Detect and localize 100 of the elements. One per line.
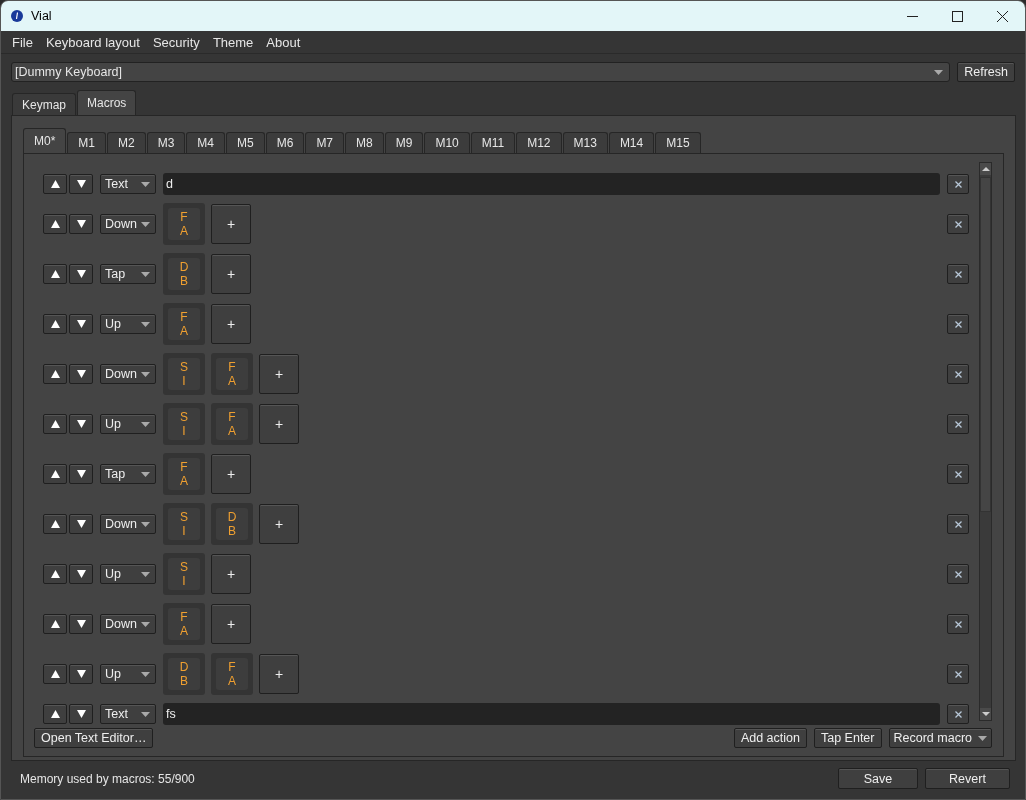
- action-type-dropdown[interactable]: Down: [100, 214, 156, 234]
- key-button[interactable]: F A: [163, 603, 205, 645]
- text-input-field[interactable]: d: [163, 173, 940, 195]
- macro-tab[interactable]: M5: [226, 132, 265, 153]
- refresh-button[interactable]: Refresh: [957, 62, 1015, 82]
- menu-item[interactable]: Security: [145, 34, 206, 50]
- key-button[interactable]: F A: [211, 353, 253, 395]
- remove-button[interactable]: [947, 174, 969, 194]
- macro-tab[interactable]: M15: [655, 132, 701, 153]
- move-up-button[interactable]: [43, 704, 67, 724]
- text-input-field[interactable]: fs: [163, 703, 940, 725]
- key-button[interactable]: S I: [163, 503, 205, 545]
- add-key-button[interactable]: +: [211, 604, 251, 644]
- remove-button[interactable]: [947, 514, 969, 534]
- action-button[interactable]: Add action: [733, 728, 807, 748]
- move-down-button[interactable]: [69, 514, 93, 534]
- action-button[interactable]: Tap Enter: [814, 728, 882, 748]
- action-type-dropdown[interactable]: Up: [100, 414, 156, 434]
- move-down-button[interactable]: [69, 464, 93, 484]
- macro-tab[interactable]: M10: [424, 132, 470, 153]
- action-type-dropdown[interactable]: Up: [100, 314, 156, 334]
- add-key-button[interactable]: +: [211, 554, 251, 594]
- menu-item[interactable]: File: [5, 34, 39, 50]
- add-key-button[interactable]: +: [259, 404, 299, 444]
- add-key-button[interactable]: +: [259, 354, 299, 394]
- remove-button[interactable]: [947, 564, 969, 584]
- move-down-button[interactable]: [69, 264, 93, 284]
- key-button[interactable]: F A: [163, 203, 205, 245]
- menu-item[interactable]: Theme: [205, 34, 260, 50]
- action-type-dropdown[interactable]: Text: [100, 704, 156, 724]
- remove-button[interactable]: [947, 414, 969, 434]
- action-type-dropdown[interactable]: Text: [100, 174, 156, 194]
- remove-button[interactable]: [947, 614, 969, 634]
- move-up-button[interactable]: [43, 414, 67, 434]
- move-down-button[interactable]: [69, 214, 93, 234]
- move-down-button[interactable]: [69, 414, 93, 434]
- move-up-button[interactable]: [43, 174, 67, 194]
- move-down-button[interactable]: [69, 174, 93, 194]
- remove-button[interactable]: [947, 314, 969, 334]
- macro-tab[interactable]: M4: [186, 132, 226, 153]
- revert-button[interactable]: Revert: [925, 768, 1010, 789]
- move-up-button[interactable]: [43, 314, 67, 334]
- tab[interactable]: Macros: [77, 90, 137, 115]
- save-button[interactable]: Save: [838, 768, 918, 789]
- key-button[interactable]: S I: [163, 553, 205, 595]
- move-down-button[interactable]: [69, 314, 93, 334]
- action-type-dropdown[interactable]: Down: [100, 514, 156, 534]
- macro-tab[interactable]: M2: [107, 132, 146, 153]
- macro-tab[interactable]: M11: [470, 132, 516, 153]
- move-up-button[interactable]: [43, 664, 67, 684]
- remove-button[interactable]: [947, 464, 969, 484]
- key-button[interactable]: D B: [211, 503, 253, 545]
- menu-item[interactable]: Keyboard layout: [38, 34, 146, 50]
- move-up-button[interactable]: [43, 514, 67, 534]
- action-type-dropdown[interactable]: Down: [100, 614, 156, 634]
- move-down-button[interactable]: [69, 614, 93, 634]
- macro-tab[interactable]: M12: [516, 132, 562, 153]
- macro-tab[interactable]: M3: [146, 132, 186, 153]
- macro-tab[interactable]: M13: [562, 132, 608, 153]
- keyboard-dropdown[interactable]: [Dummy Keyboard]: [11, 62, 951, 82]
- key-button[interactable]: F A: [211, 403, 253, 445]
- action-type-dropdown[interactable]: Down: [100, 364, 156, 384]
- macro-tab[interactable]: M1: [67, 132, 106, 153]
- key-button[interactable]: S I: [163, 403, 205, 445]
- remove-button[interactable]: [947, 264, 969, 284]
- move-up-button[interactable]: [43, 614, 67, 634]
- move-down-button[interactable]: [69, 564, 93, 584]
- macro-tab[interactable]: M0*: [23, 128, 67, 153]
- macro-tab[interactable]: M6: [265, 132, 305, 153]
- add-key-button[interactable]: +: [211, 304, 251, 344]
- action-type-dropdown[interactable]: Up: [100, 564, 156, 584]
- add-key-button[interactable]: +: [211, 204, 251, 244]
- move-down-button[interactable]: [69, 664, 93, 684]
- key-button[interactable]: F A: [163, 303, 205, 345]
- macro-tab[interactable]: M14: [608, 132, 655, 153]
- remove-button[interactable]: [947, 214, 969, 234]
- macro-tab[interactable]: M7: [305, 132, 345, 153]
- key-button[interactable]: D B: [163, 653, 205, 695]
- move-down-button[interactable]: [69, 704, 93, 724]
- key-button[interactable]: D B: [163, 253, 205, 295]
- menu-item[interactable]: About: [259, 34, 307, 50]
- open-text-editor-button[interactable]: Open Text Editor…: [34, 728, 154, 748]
- move-up-button[interactable]: [43, 464, 67, 484]
- record-macro-button[interactable]: Record macro: [888, 728, 992, 748]
- action-type-dropdown[interactable]: Up: [100, 664, 156, 684]
- remove-button[interactable]: [947, 364, 969, 384]
- move-up-button[interactable]: [43, 214, 67, 234]
- tab[interactable]: Keymap: [12, 93, 77, 115]
- move-up-button[interactable]: [43, 264, 67, 284]
- move-down-button[interactable]: [69, 364, 93, 384]
- key-button[interactable]: S I: [163, 353, 205, 395]
- move-up-button[interactable]: [43, 364, 67, 384]
- key-button[interactable]: F A: [163, 453, 205, 495]
- move-up-button[interactable]: [43, 564, 67, 584]
- remove-button[interactable]: [947, 704, 969, 724]
- key-button[interactable]: F A: [211, 653, 253, 695]
- macro-tab[interactable]: M8: [345, 132, 384, 153]
- add-key-button[interactable]: +: [259, 654, 299, 694]
- add-key-button[interactable]: +: [259, 504, 299, 544]
- action-type-dropdown[interactable]: Tap: [100, 264, 156, 284]
